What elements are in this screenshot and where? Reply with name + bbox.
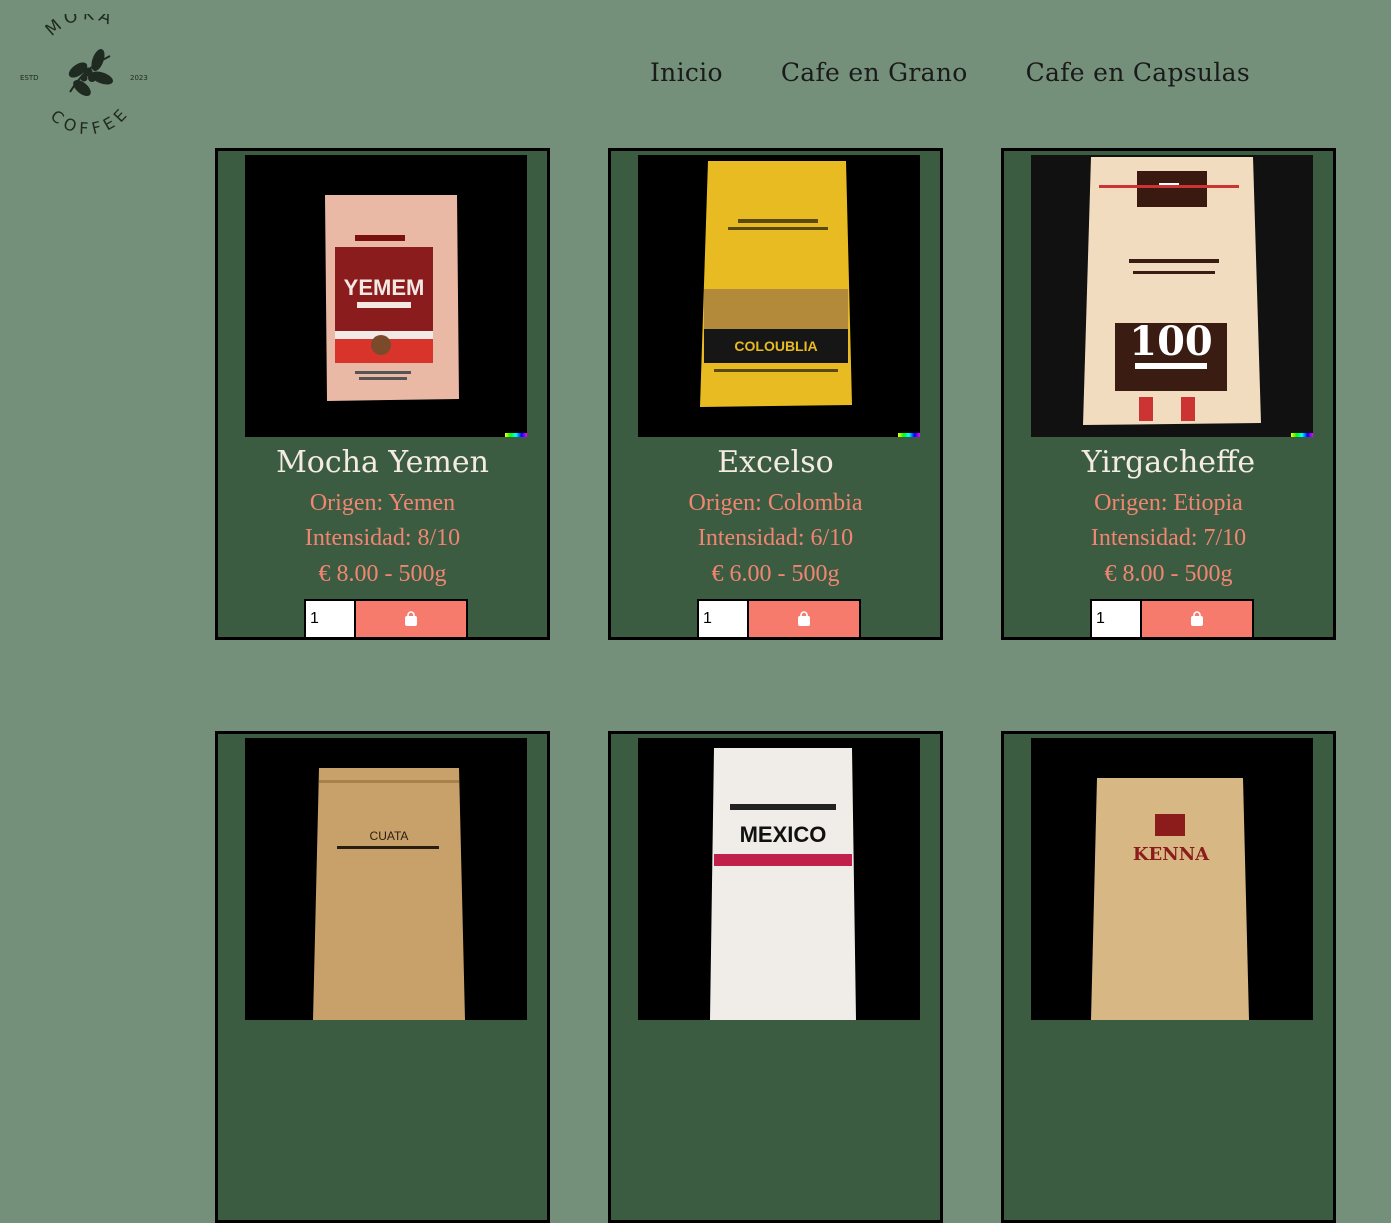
product-card: CUATA <box>215 731 550 1223</box>
shopping-bag-icon <box>405 611 417 626</box>
add-to-cart-group <box>697 599 861 639</box>
shopping-bag-icon <box>798 611 810 626</box>
product-image[interactable]: KENNA <box>1031 738 1313 1020</box>
nav-inicio[interactable]: Inicio <box>650 58 723 87</box>
nav-cafe-en-grano[interactable]: Cafe en Grano <box>781 58 968 87</box>
product-origin: Origen: Yemen <box>309 490 456 516</box>
bag-label: MEXICO <box>740 822 827 847</box>
main-nav: Inicio Cafe en Grano Cafe en Capsulas <box>650 58 1250 87</box>
image-watermark <box>505 433 527 437</box>
bag-label: 100 <box>1129 318 1213 365</box>
logo-left-text: ESTD <box>20 74 39 82</box>
brand-logo[interactable]: MOKA COFFEE ESTD 2023 <box>18 4 158 138</box>
product-image[interactable]: 100 <box>1031 155 1313 437</box>
product-card: 100 Yirgacheffe Origen: Etiopia Intensid… <box>1001 148 1336 640</box>
product-card: KENNA <box>1001 731 1336 1223</box>
product-price: € 8.00 - 500g <box>318 561 447 587</box>
product-origin: Origen: Etiopia <box>1094 490 1243 516</box>
product-image[interactable]: MEXICO <box>638 738 920 1020</box>
product-image[interactable]: COLOUBLIA <box>638 155 920 437</box>
quantity-input[interactable] <box>306 601 354 637</box>
image-watermark <box>898 433 920 437</box>
product-card: YEMEM Mocha Yemen Origen: Yemen Intensid… <box>215 148 550 640</box>
product-image[interactable]: YEMEM <box>245 155 527 437</box>
add-to-cart-button[interactable] <box>749 601 859 637</box>
logo-top-text: MOKA <box>42 4 114 40</box>
bag-label: KENNA <box>1133 844 1210 865</box>
product-name: Yirgacheffe <box>1081 445 1256 480</box>
add-to-cart-group <box>1090 599 1254 639</box>
product-intensity: Intensidad: 6/10 <box>697 525 854 551</box>
product-name: Mocha Yemen <box>276 445 489 480</box>
nav-cafe-en-capsulas[interactable]: Cafe en Capsulas <box>1026 58 1250 87</box>
product-intensity: Intensidad: 8/10 <box>304 525 461 551</box>
product-card: MEXICO <box>608 731 943 1223</box>
svg-text:COFFEE: COFFEE <box>47 102 134 136</box>
image-watermark <box>1291 433 1313 437</box>
add-to-cart-group <box>304 599 468 639</box>
quantity-input[interactable] <box>699 601 747 637</box>
product-card: COLOUBLIA Excelso Origen: Colombia Inten… <box>608 148 943 640</box>
product-intensity: Intensidad: 7/10 <box>1090 525 1247 551</box>
logo-right-text: 2023 <box>130 74 148 82</box>
quantity-input[interactable] <box>1092 601 1140 637</box>
coffee-branch-icon: MOKA COFFEE ESTD 2023 <box>20 4 148 138</box>
bag-label: CUATA <box>370 829 409 843</box>
svg-text:MOKA: MOKA <box>42 14 118 40</box>
product-image[interactable]: CUATA <box>245 738 527 1020</box>
product-origin: Origen: Colombia <box>688 490 863 516</box>
product-price: € 6.00 - 500g <box>711 561 840 587</box>
bag-label: COLOUBLIA <box>734 338 817 354</box>
shopping-bag-icon <box>1191 611 1203 626</box>
product-name: Excelso <box>717 445 834 480</box>
bag-label: YEMEM <box>344 275 425 300</box>
add-to-cart-button[interactable] <box>1142 601 1252 637</box>
product-price: € 8.00 - 500g <box>1104 561 1233 587</box>
add-to-cart-button[interactable] <box>356 601 466 637</box>
logo-bottom-text: COFFEE <box>47 102 129 138</box>
